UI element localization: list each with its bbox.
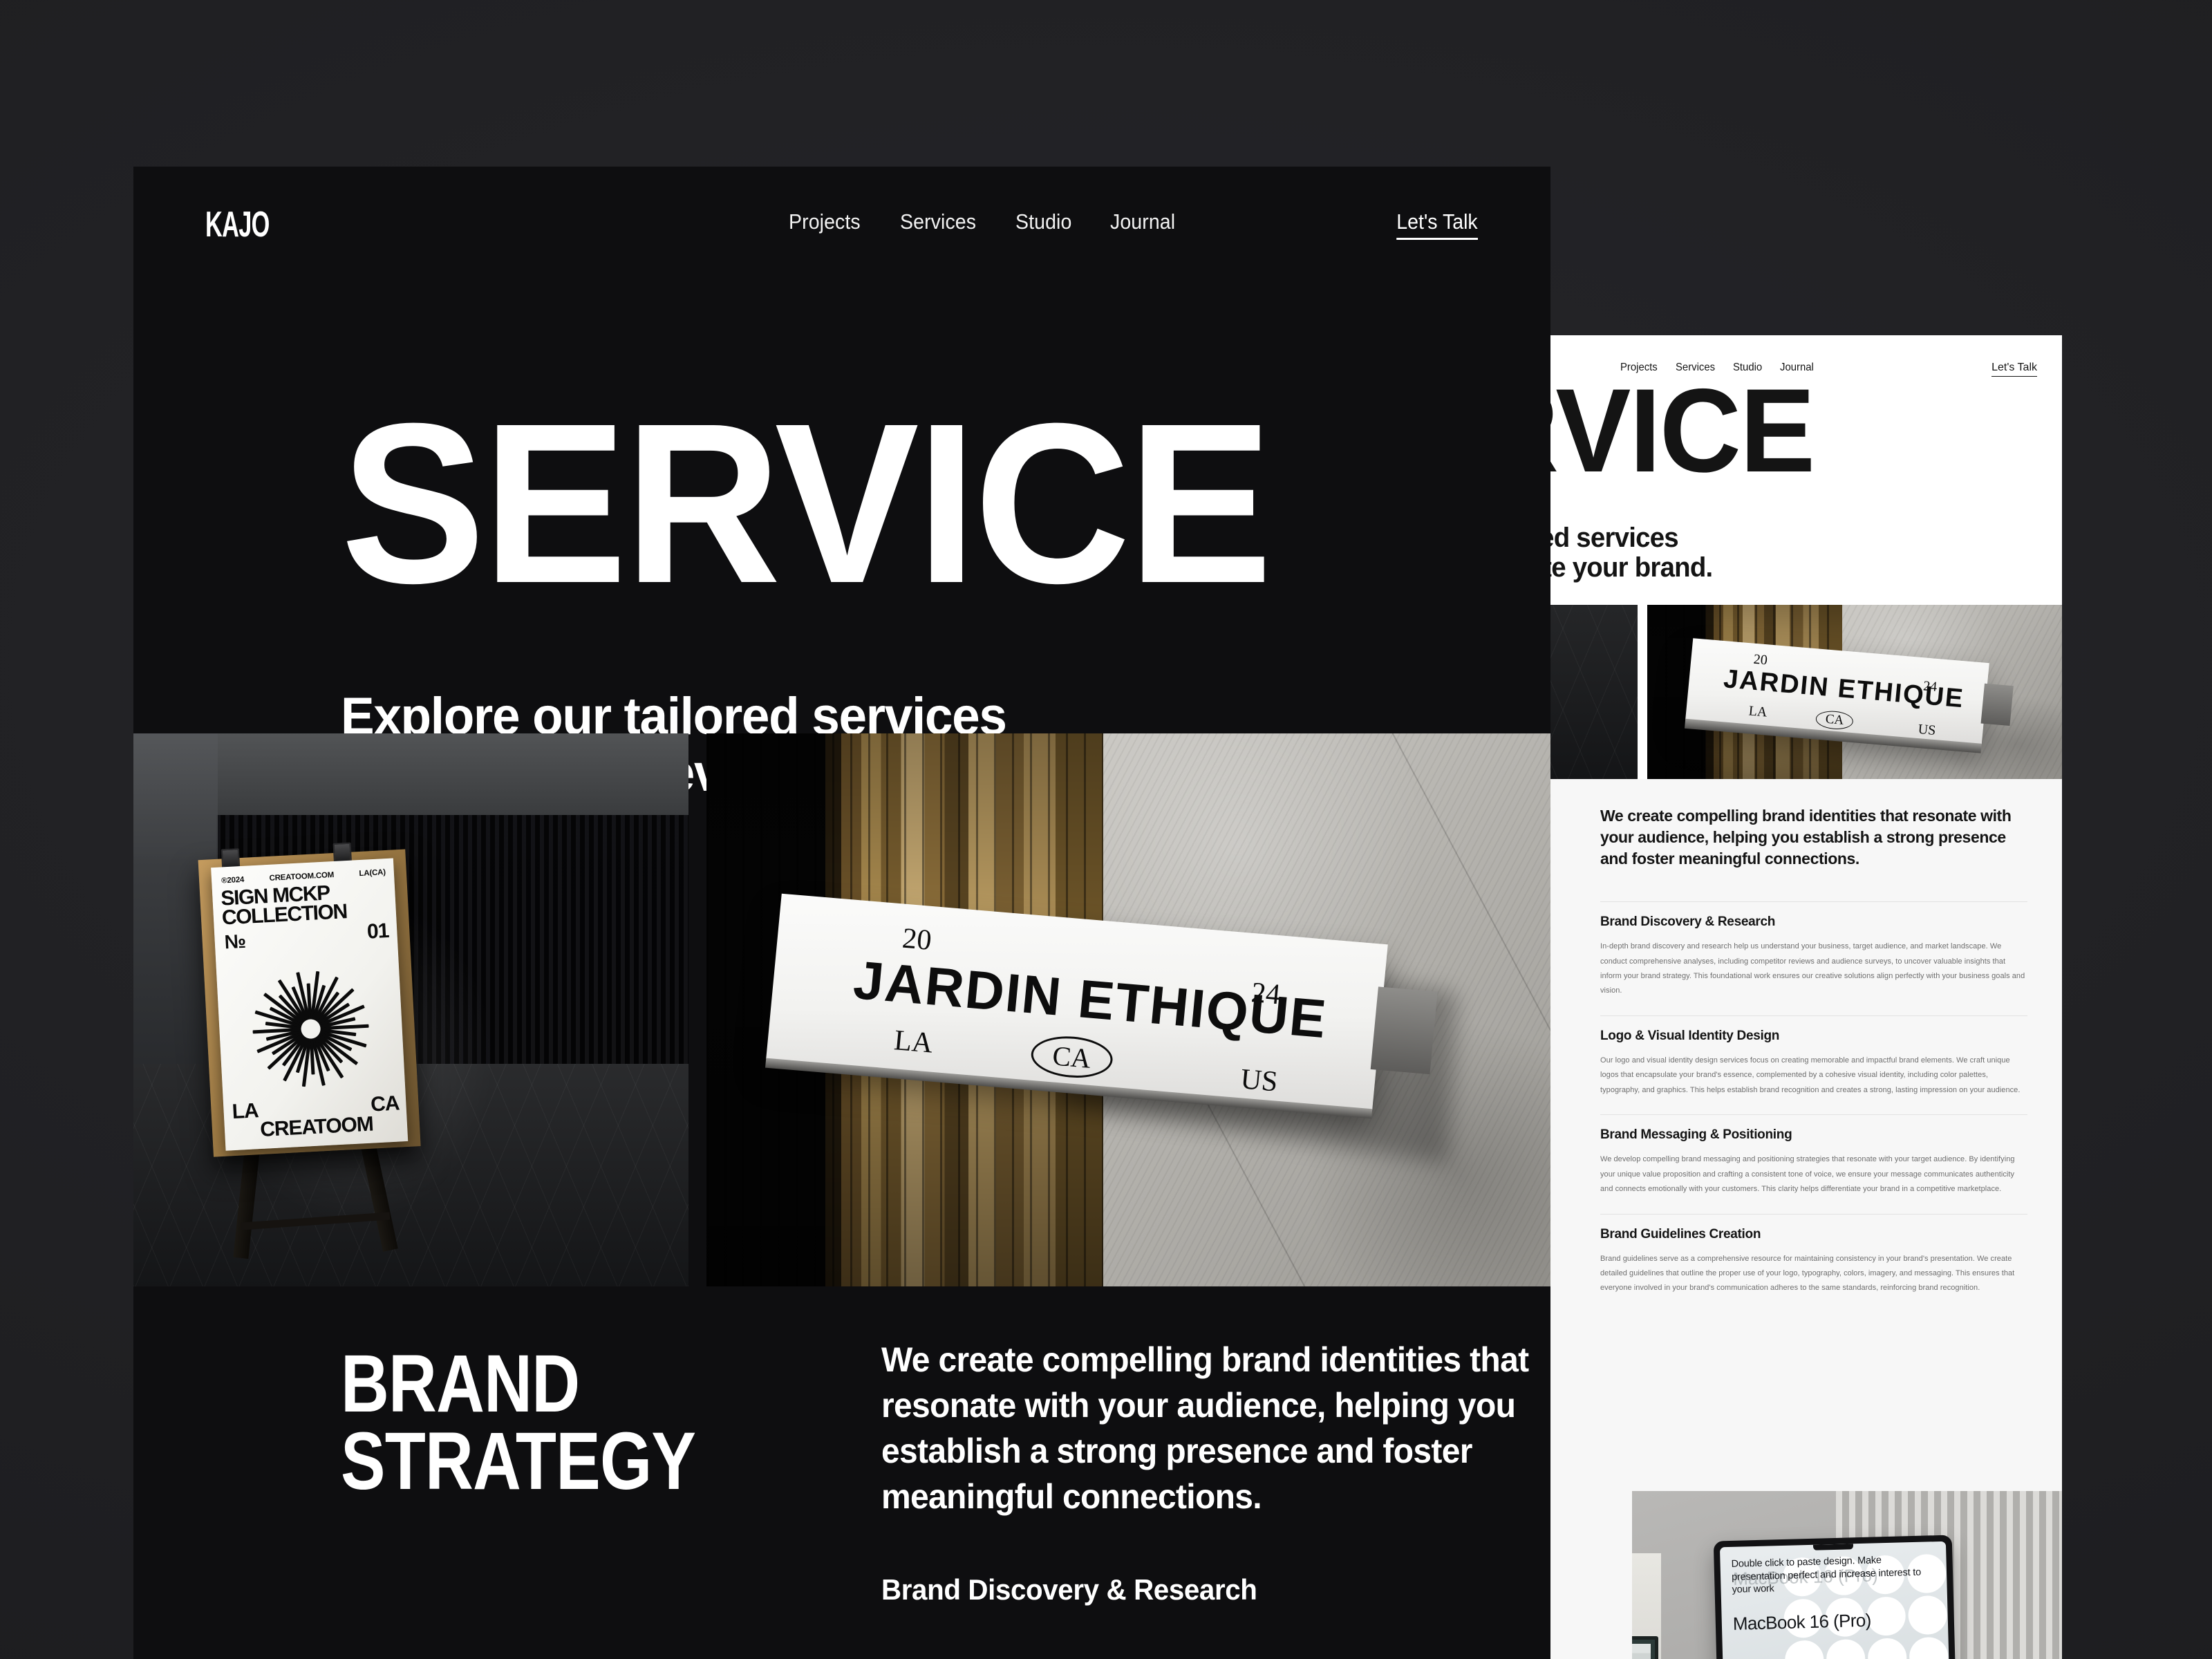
service-title: Brand Messaging & Positioning <box>1600 1127 1792 1143</box>
poster-headline: SIGN MCKP COLLECTION <box>221 881 391 929</box>
easel-crossbar <box>241 1212 391 1230</box>
poster-copyright: ®2024 <box>221 875 245 885</box>
macbook-device: MacBook 16 (Pro) Double click to paste d… <box>1713 1535 1958 1659</box>
light-sign-state-badge: CA <box>1815 709 1855 731</box>
nav-item-projects[interactable]: Projects <box>789 209 861 234</box>
light-photo-aframe-sign[interactable] <box>1550 605 1638 779</box>
nav-item-journal[interactable]: Journal <box>1110 209 1175 234</box>
poster-number-label: № <box>224 930 246 953</box>
easel-board: ®2024 CREATOOM.COM LA(CA) SIGN MCKP COLL… <box>198 842 421 1157</box>
service-section-logo-visual-identity[interactable]: Logo & Visual Identity Design Our logo a… <box>1600 1015 2027 1098</box>
screen-device-label: MacBook 16 (Pro) <box>1732 1609 1872 1634</box>
nav-item-services[interactable]: Services <box>900 209 976 234</box>
brand-logo[interactable]: KAJO <box>205 207 270 243</box>
light-lead-paragraph: We create compelling brand identities th… <box>1600 807 2012 868</box>
poster-footer: LA CA CREATOOM <box>232 1092 401 1144</box>
service-section-brand-messaging[interactable]: Brand Messaging & Positioning We develop… <box>1600 1114 2027 1197</box>
light-photo-wall-sign[interactable]: 20 24 JARDIN ETHIQUE LA CA US <box>1647 605 2062 779</box>
service-title: Brand Guidelines Creation <box>1600 1226 1761 1241</box>
section-first-service-item[interactable]: Brand Discovery & Research <box>881 1573 1257 1606</box>
section-body-copy: We create compelling brand identities th… <box>881 1340 1529 1516</box>
light-page-title: SERVICE <box>1550 364 1815 497</box>
light-lets-talk-button[interactable]: Let's Talk <box>1991 362 2037 377</box>
light-sign-year-prefix: 20 <box>1752 651 1768 668</box>
monitor-ui <box>1632 1644 1651 1659</box>
section-heading: BRAND STRATEGY <box>341 1338 696 1508</box>
macbook-notch <box>1812 1544 1853 1550</box>
light-room-bg <box>1550 605 1638 779</box>
service-section-brand-discovery[interactable]: Brand Discovery & Research In-depth bran… <box>1600 901 2027 999</box>
photo-macbook-mockup[interactable]: MacBook 16 (Pro) Double click to paste d… <box>1632 1491 2062 1659</box>
poster-foot-right: CA <box>370 1091 400 1116</box>
aframe-easel: ®2024 CREATOOM.COM LA(CA) SIGN MCKP COLL… <box>198 842 426 1259</box>
service-body: In-depth brand discovery and research he… <box>1600 942 2025 995</box>
hero-image-row: ®2024 CREATOOM.COM LA(CA) SIGN MCKP COLL… <box>133 733 1550 1286</box>
sign-country: US <box>1239 1063 1280 1098</box>
sign-city: LA <box>892 1024 935 1060</box>
service-section-brand-guidelines[interactable]: Brand Guidelines Creation Brand guidelin… <box>1600 1213 2027 1296</box>
desk-monitor <box>1632 1636 1658 1659</box>
light-hero-image-row: 20 24 JARDIN ETHIQUE LA CA US <box>1550 605 2062 779</box>
primary-nav: Projects Services Studio Journal <box>789 209 1181 234</box>
screen-placeholder-text: Double click to paste design. Make prese… <box>1731 1555 1922 1595</box>
site-navbar: KAJO Projects Services Studio Journal Le… <box>133 167 1550 256</box>
lets-talk-button[interactable]: Let's Talk <box>1396 209 1478 240</box>
page-title: SERVICE <box>341 375 1273 630</box>
light-sign-city: LA <box>1747 703 1768 720</box>
service-body: We develop compelling brand messaging an… <box>1600 1155 2015 1194</box>
main-service-page-card: KAJO Projects Services Studio Journal Le… <box>133 167 1550 1659</box>
service-title: Logo & Visual Identity Design <box>1600 1028 1780 1043</box>
photo-wall-sign-mockup[interactable]: 20 24 JARDIN ETHIQUE LA CA US <box>706 733 1550 1286</box>
service-body: Our logo and visual identity design serv… <box>1600 1056 2021 1094</box>
light-room-floor <box>1550 605 1638 779</box>
photo-aframe-sign-mockup[interactable]: ®2024 CREATOOM.COM LA(CA) SIGN MCKP COLL… <box>133 733 688 1286</box>
poster-number: 01 <box>366 919 390 944</box>
poster-foot-left: LA <box>231 1099 259 1124</box>
light-variant-page-card: Projects Services Studio Journal Let's T… <box>1550 335 2062 1659</box>
poster-website: CREATOOM.COM <box>269 870 335 883</box>
light-sign-country: US <box>1917 722 1937 739</box>
poster-artwork: ®2024 CREATOOM.COM LA(CA) SIGN MCKP COLL… <box>211 858 409 1151</box>
light-page-subtitle: Explore our tailored services designed t… <box>1550 523 1713 583</box>
service-body: Brand guidelines serve as a comprehensiv… <box>1600 1254 2015 1293</box>
service-title: Brand Discovery & Research <box>1600 915 1776 930</box>
nav-item-studio[interactable]: Studio <box>1015 209 1071 234</box>
sign-state-badge: CA <box>1029 1033 1114 1081</box>
poster-place: LA(CA) <box>359 868 386 879</box>
macbook-screen: MacBook 16 (Pro) Double click to paste d… <box>1719 1541 1952 1659</box>
